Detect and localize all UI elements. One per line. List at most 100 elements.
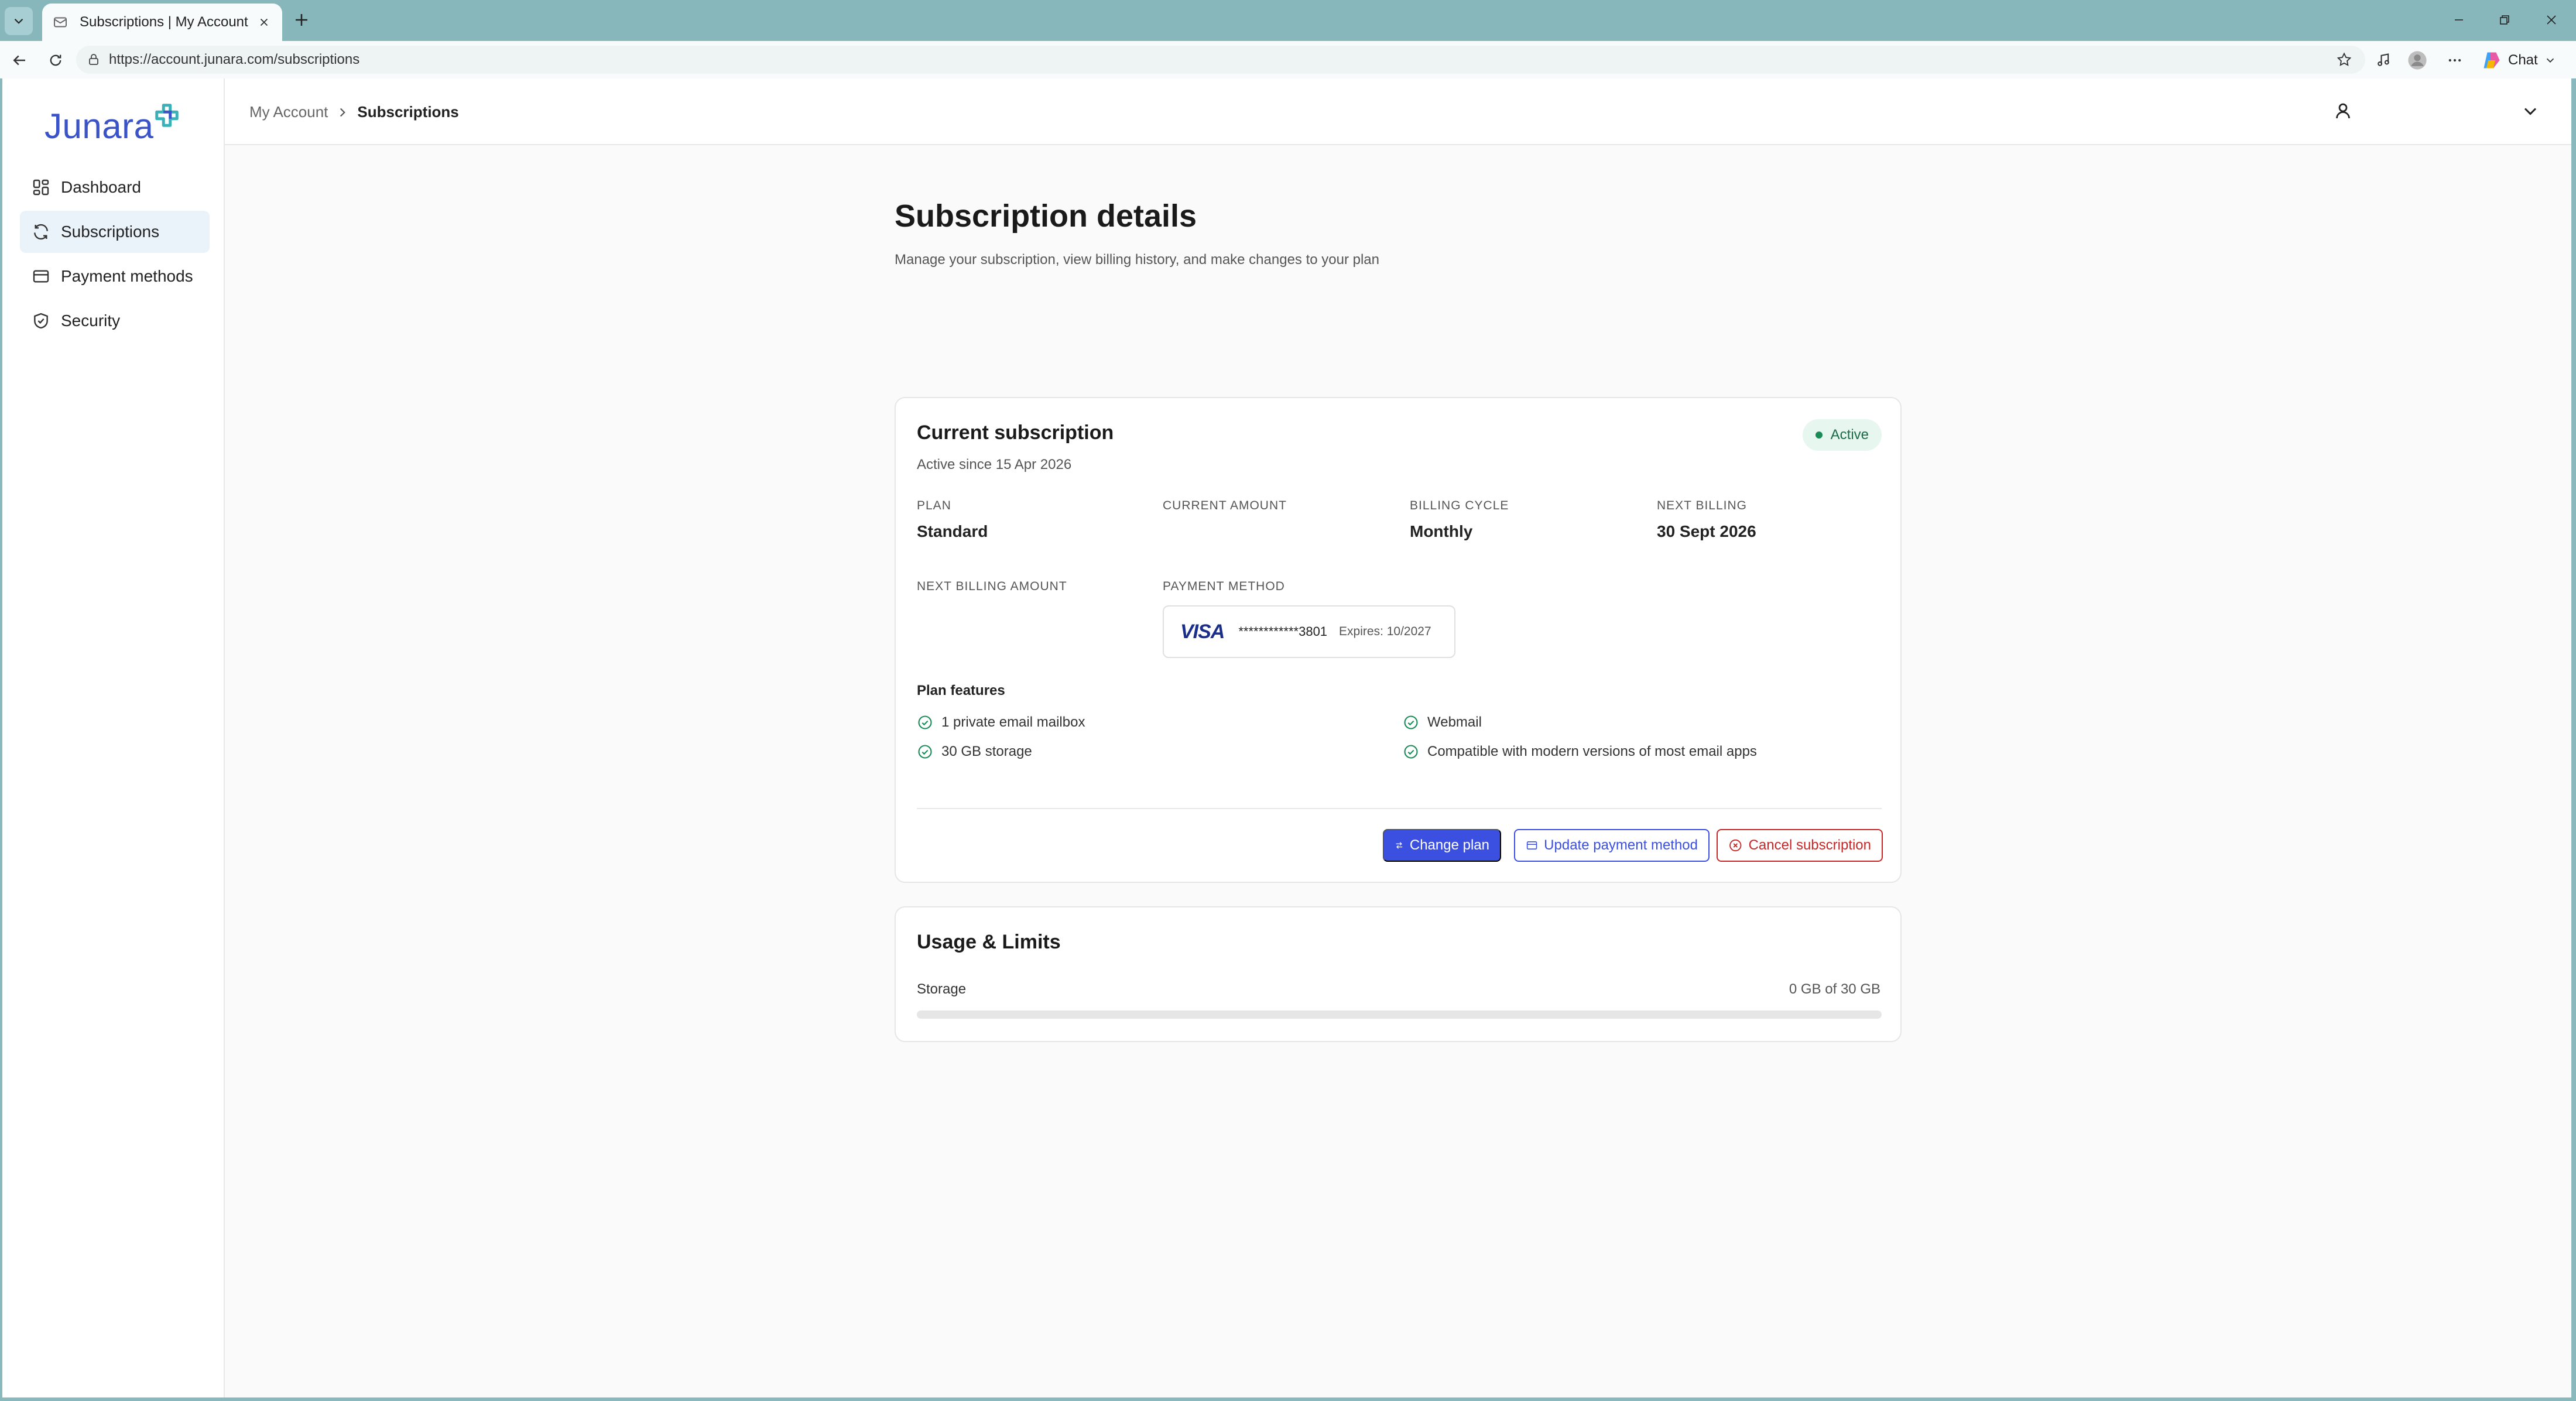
minimize-button[interactable]: [2446, 8, 2472, 32]
app-viewport: Junara Dashboard Subscriptions Payment m…: [2, 78, 2571, 1397]
page-icon: [54, 17, 67, 28]
field-value: 30 Sept 2026: [1657, 522, 1756, 540]
breadcrumb-current: Subscriptions: [357, 103, 459, 121]
close-icon: [2547, 15, 2556, 25]
browser-toolbar: https://account.junara.com/subscriptions…: [0, 41, 2576, 78]
sidebar-item-label: Payment methods: [61, 267, 193, 285]
breadcrumb: My Account Subscriptions: [249, 103, 459, 121]
tab-title: Subscriptions | My Account: [80, 14, 248, 30]
cancel-subscription-button[interactable]: Cancel subscription: [1717, 829, 1883, 862]
reload-button[interactable]: [43, 48, 68, 73]
card-title: Current subscription: [917, 422, 1114, 444]
sidebar-item-security[interactable]: Security: [20, 300, 210, 342]
card-title: Usage & Limits: [917, 931, 1061, 953]
check-circle-icon: [918, 745, 932, 759]
chat-button[interactable]: Chat: [2481, 48, 2557, 73]
field-next-billing-amount: Next billing amount: [917, 580, 1067, 603]
page-subtitle: Manage your subscription, view billing h…: [895, 252, 1379, 268]
field-label: Current amount: [1163, 499, 1287, 512]
list-item: 30 GB storage: [917, 744, 1032, 760]
update-payment-label: Update payment method: [1544, 837, 1698, 853]
tab-close-button[interactable]: [255, 13, 273, 31]
sidebar-item-label: Dashboard: [61, 178, 141, 196]
avatar-icon: [2408, 51, 2427, 70]
plus-icon: [296, 14, 307, 26]
list-item: 1 private email mailbox: [917, 714, 1085, 731]
sidebar-item-payment-methods[interactable]: Payment methods: [20, 255, 210, 297]
user-icon[interactable]: [2332, 101, 2354, 122]
tab-list-button[interactable]: [5, 7, 33, 35]
back-button[interactable]: [7, 48, 32, 73]
swap-icon: [1396, 842, 1403, 849]
list-item: Compatible with modern versions of most …: [1403, 744, 1757, 760]
chat-label: Chat: [2508, 52, 2538, 68]
top-bar: My Account Subscriptions: [225, 78, 2571, 145]
field-label: Plan: [917, 499, 951, 512]
refresh-icon: [34, 224, 48, 240]
menu-button[interactable]: [2443, 48, 2467, 73]
browser-tab-bar: Subscriptions | My Account: [0, 0, 2576, 41]
site-info-icon: [89, 54, 98, 65]
card-expiry: Expires: 10/2027: [1339, 625, 1431, 638]
extensions-button[interactable]: [2371, 48, 2396, 73]
chevron-right-icon: [340, 108, 346, 117]
cancel-subscription-label: Cancel subscription: [1748, 837, 1871, 853]
browser-tab-active[interactable]: Subscriptions | My Account: [42, 4, 282, 41]
dashboard-icon: [33, 179, 49, 196]
chevron-down-icon: [14, 18, 23, 24]
current-subscription-card: Current subscription Active since 15 Apr…: [895, 397, 1902, 883]
status-dot-icon: [1815, 431, 1823, 439]
card-number: ************3801: [1238, 624, 1328, 639]
storage-value: 0 GB of 30 GB: [1789, 981, 1880, 997]
storage-label: Storage: [917, 981, 967, 997]
page-title: Subscription details: [895, 198, 1197, 234]
check-circle-icon: [1404, 715, 1418, 729]
field-payment-method: Payment method: [1163, 580, 1285, 594]
field-value: Monthly: [1410, 522, 1473, 540]
change-plan-label: Change plan: [1409, 837, 1489, 853]
field-label: Next billing: [1657, 499, 1747, 512]
field-plan: Plan Standard: [917, 499, 988, 541]
music-extension-icon: [2378, 53, 2389, 66]
plan-features-title: Plan features: [917, 683, 1005, 698]
update-payment-method-button[interactable]: Update payment method: [1514, 829, 1710, 862]
address-bar[interactable]: https://account.junara.com/subscriptions: [76, 46, 2365, 74]
url-text: https://account.junara.com/subscriptions: [109, 52, 360, 67]
chevron-down-icon[interactable]: [2520, 101, 2541, 122]
chevron-down-icon: [2546, 58, 2554, 63]
check-circle-icon: [1404, 745, 1418, 759]
feature-text: Webmail: [1427, 714, 1482, 730]
restore-button[interactable]: [2492, 8, 2517, 32]
sidebar-item-dashboard[interactable]: Dashboard: [20, 166, 210, 208]
brand-logo[interactable]: Junara: [44, 102, 180, 146]
new-tab-button[interactable]: [290, 8, 313, 32]
active-since-text: Active since 15 Apr 2026: [917, 457, 1072, 472]
breadcrumb-my-account[interactable]: My Account: [249, 103, 328, 121]
feature-text: 30 GB storage: [941, 744, 1032, 759]
reload-icon: [50, 54, 61, 66]
restore-icon: [2500, 15, 2509, 25]
sidebar: Junara Dashboard Subscriptions Payment m…: [2, 78, 225, 1397]
field-next-billing: Next billing 30 Sept 2026: [1657, 499, 1756, 541]
close-window-button[interactable]: [2539, 8, 2564, 32]
field-billing-cycle: Billing cycle Monthly: [1410, 499, 1509, 541]
divider: [917, 808, 1882, 809]
shield-icon: [34, 313, 48, 329]
list-item: Webmail: [1403, 714, 1482, 731]
field-value: Standard: [917, 522, 988, 540]
bookmark-button[interactable]: [2334, 49, 2355, 70]
logo-text: Junara: [44, 107, 154, 146]
sidebar-item-label: Security: [61, 311, 121, 330]
sidebar-item-subscriptions[interactable]: Subscriptions: [20, 211, 210, 253]
usage-limits-card: Usage & Limits Storage 0 GB of 30 GB: [895, 906, 1902, 1042]
field-current-amount: Current amount: [1163, 499, 1287, 522]
profile-button[interactable]: [2405, 48, 2430, 73]
more-horizontal-icon: [2448, 59, 2461, 62]
feature-text: 1 private email mailbox: [941, 714, 1085, 730]
storage-progress-bar: [917, 1010, 1882, 1019]
credit-card-icon: [1526, 841, 1537, 849]
field-label: Next billing amount: [917, 580, 1067, 593]
change-plan-button[interactable]: Change plan: [1383, 829, 1501, 862]
payment-method-card: VISA ************3801 Expires: 10/2027: [1163, 605, 1455, 658]
arrow-left-icon: [13, 55, 25, 66]
